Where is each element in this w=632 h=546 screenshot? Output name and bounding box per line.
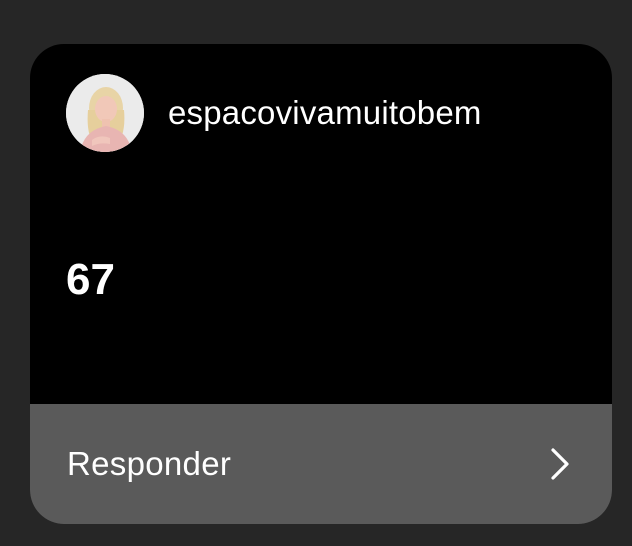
reply-button[interactable]: Responder	[30, 404, 612, 524]
avatar-photo-icon	[66, 74, 144, 152]
profile-avatar[interactable]	[66, 74, 144, 152]
message-text: 67	[66, 255, 115, 304]
reply-label: Responder	[67, 445, 232, 482]
story-header: espacovivamuitobem	[66, 74, 482, 152]
chevron-right-icon	[548, 446, 572, 482]
username[interactable]: espacovivamuitobem	[168, 94, 482, 132]
story-reply-card: espacovivamuitobem 67 Responder	[30, 44, 612, 524]
